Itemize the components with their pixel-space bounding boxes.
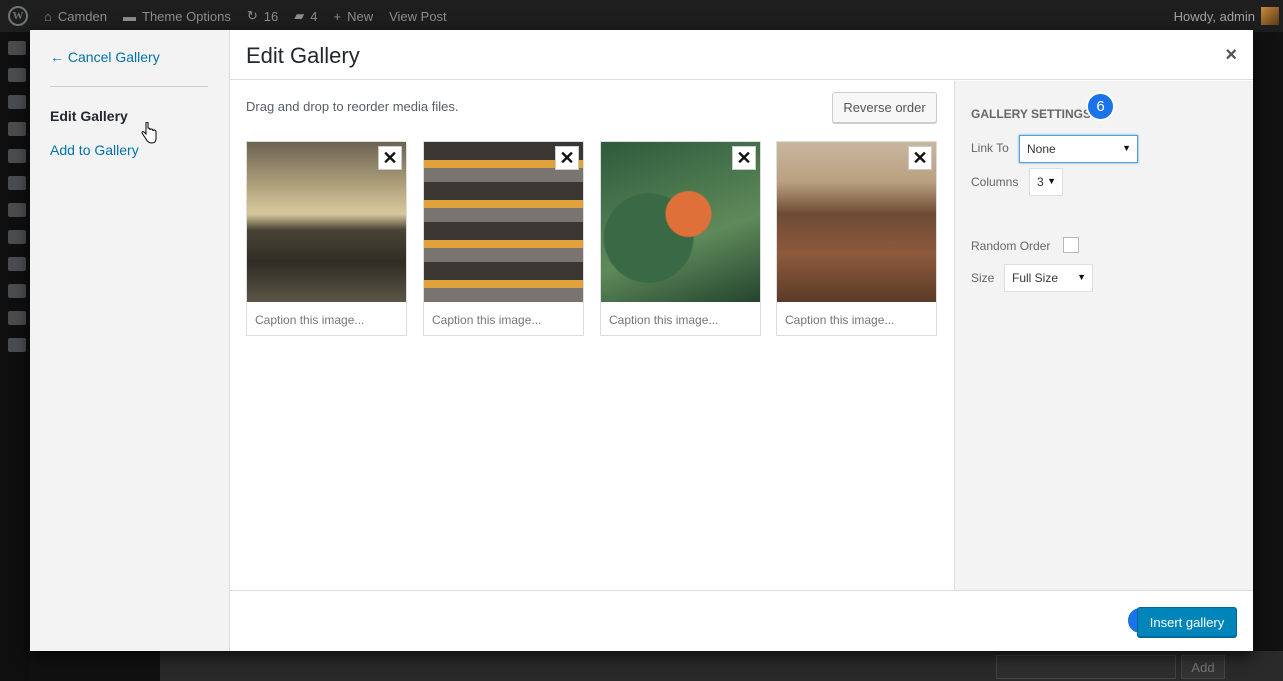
wordpress-logo-icon: W: [8, 6, 28, 26]
admin-sidebar-menu: [0, 32, 30, 681]
avatar: [1261, 7, 1279, 25]
view-post-label: View Post: [389, 8, 447, 24]
background-add-button: Add: [1181, 655, 1225, 679]
insert-gallery-button[interactable]: Insert gallery: [1137, 607, 1237, 637]
updates-menu[interactable]: ↻ 16: [239, 0, 286, 32]
columns-label: Columns: [971, 175, 1019, 189]
random-order-checkbox[interactable]: [1063, 237, 1079, 253]
gallery-settings-heading: Gallery Settings: [971, 107, 1092, 121]
columns-select[interactable]: 3 ▼: [1029, 168, 1063, 196]
site-name-menu[interactable]: ⌂ Camden: [36, 0, 115, 32]
remove-icon[interactable]: ✕: [732, 146, 756, 170]
close-icon[interactable]: ×: [1225, 44, 1237, 67]
media-modal: ← Cancel Gallery Edit Gallery Add to Gal…: [30, 30, 1253, 651]
remove-icon[interactable]: ✕: [378, 146, 402, 170]
random-order-label: Random Order: [971, 239, 1051, 253]
gallery-item[interactable]: Caption this image... ✕: [246, 141, 407, 336]
menu-item-add-to-gallery[interactable]: Add to Gallery: [50, 142, 139, 158]
caption-field[interactable]: Caption this image...: [432, 313, 541, 327]
chevron-down-icon: ▼: [1047, 176, 1056, 186]
appearance-icon[interactable]: [8, 149, 26, 163]
users-icon[interactable]: [8, 203, 26, 217]
new-content-menu[interactable]: + New: [325, 0, 381, 32]
updates-count: 16: [263, 8, 279, 24]
view-post-link[interactable]: View Post: [381, 0, 455, 32]
settings-icon[interactable]: [8, 257, 26, 271]
gallery-item[interactable]: Caption this image... ✕: [776, 141, 937, 336]
media-icon[interactable]: [8, 41, 26, 55]
link-to-select[interactable]: None ▼: [1019, 135, 1138, 163]
products-icon[interactable]: [8, 122, 26, 136]
theme-options-label: Theme Options: [142, 8, 231, 24]
reverse-order-button[interactable]: Reverse order: [832, 92, 937, 123]
tools-icon[interactable]: [8, 230, 26, 244]
new-label: New: [347, 8, 374, 24]
modal-toolbar: 7 Insert gallery: [230, 590, 1253, 651]
account-menu[interactable]: Howdy, admin: [1174, 7, 1283, 25]
link-to-value: None: [1027, 142, 1056, 156]
comments-menu[interactable]: ▰ 4: [286, 0, 325, 32]
folder-icon: ▬: [123, 8, 136, 24]
gallery-content: Drag and drop to reorder media files. Re…: [230, 81, 954, 590]
modal-title-bar: Edit Gallery ×: [230, 30, 1253, 80]
gallery-item[interactable]: Caption this image... ✕: [423, 141, 584, 336]
comment-icon: ▰: [294, 8, 305, 23]
cancel-gallery-link[interactable]: ← Cancel Gallery: [50, 49, 160, 65]
gallery-settings-sidebar: Gallery Settings 6 Link To None ▼ Column…: [954, 81, 1253, 590]
theme-options-menu[interactable]: ▬ Theme Options: [115, 0, 239, 32]
updates-icon: ↻: [246, 8, 258, 23]
columns-value: 3: [1037, 175, 1044, 189]
menu-separator: [50, 86, 208, 87]
hand-cursor-icon: [141, 122, 157, 144]
size-select[interactable]: Full Size ▼: [1004, 264, 1093, 292]
wp-logo-menu[interactable]: W: [0, 0, 36, 32]
size-label: Size: [971, 271, 995, 285]
media-menu: ← Cancel Gallery Edit Gallery Add to Gal…: [30, 30, 230, 651]
remove-icon[interactable]: ✕: [908, 146, 932, 170]
size-value: Full Size: [1012, 271, 1059, 285]
site-name: Camden: [57, 8, 107, 24]
woocommerce-icon[interactable]: [8, 95, 26, 109]
page-title: Edit Gallery: [246, 43, 360, 68]
gallery-item[interactable]: Caption this image... ✕: [600, 141, 761, 336]
step-badge-settings: 6: [1086, 92, 1115, 121]
reorder-hint: Drag and drop to reorder media files.: [246, 99, 459, 114]
caption-field[interactable]: Caption this image...: [609, 313, 718, 327]
chevron-down-icon: ▼: [1122, 143, 1131, 153]
caption-field[interactable]: Caption this image...: [255, 313, 364, 327]
chevron-down-icon: ▼: [1077, 272, 1086, 282]
collapse-icon[interactable]: [8, 338, 26, 352]
mail-icon[interactable]: [8, 68, 26, 82]
background-input: [996, 655, 1176, 679]
gear-icon[interactable]: [8, 284, 26, 298]
plugins-icon[interactable]: [8, 176, 26, 190]
remove-icon[interactable]: ✕: [555, 146, 579, 170]
howdy-label: Howdy, admin: [1173, 8, 1255, 24]
comments-count: 4: [310, 8, 318, 24]
translate-icon[interactable]: [8, 311, 26, 325]
link-to-label: Link To: [971, 141, 1009, 155]
menu-item-edit-gallery[interactable]: Edit Gallery: [50, 108, 128, 124]
home-icon: ⌂: [44, 8, 52, 24]
caption-field[interactable]: Caption this image...: [785, 313, 894, 327]
plus-icon: +: [333, 8, 342, 24]
admin-bar: W ⌂ Camden ▬ Theme Options ↻ 16 ▰ 4 + Ne…: [0, 0, 1283, 32]
